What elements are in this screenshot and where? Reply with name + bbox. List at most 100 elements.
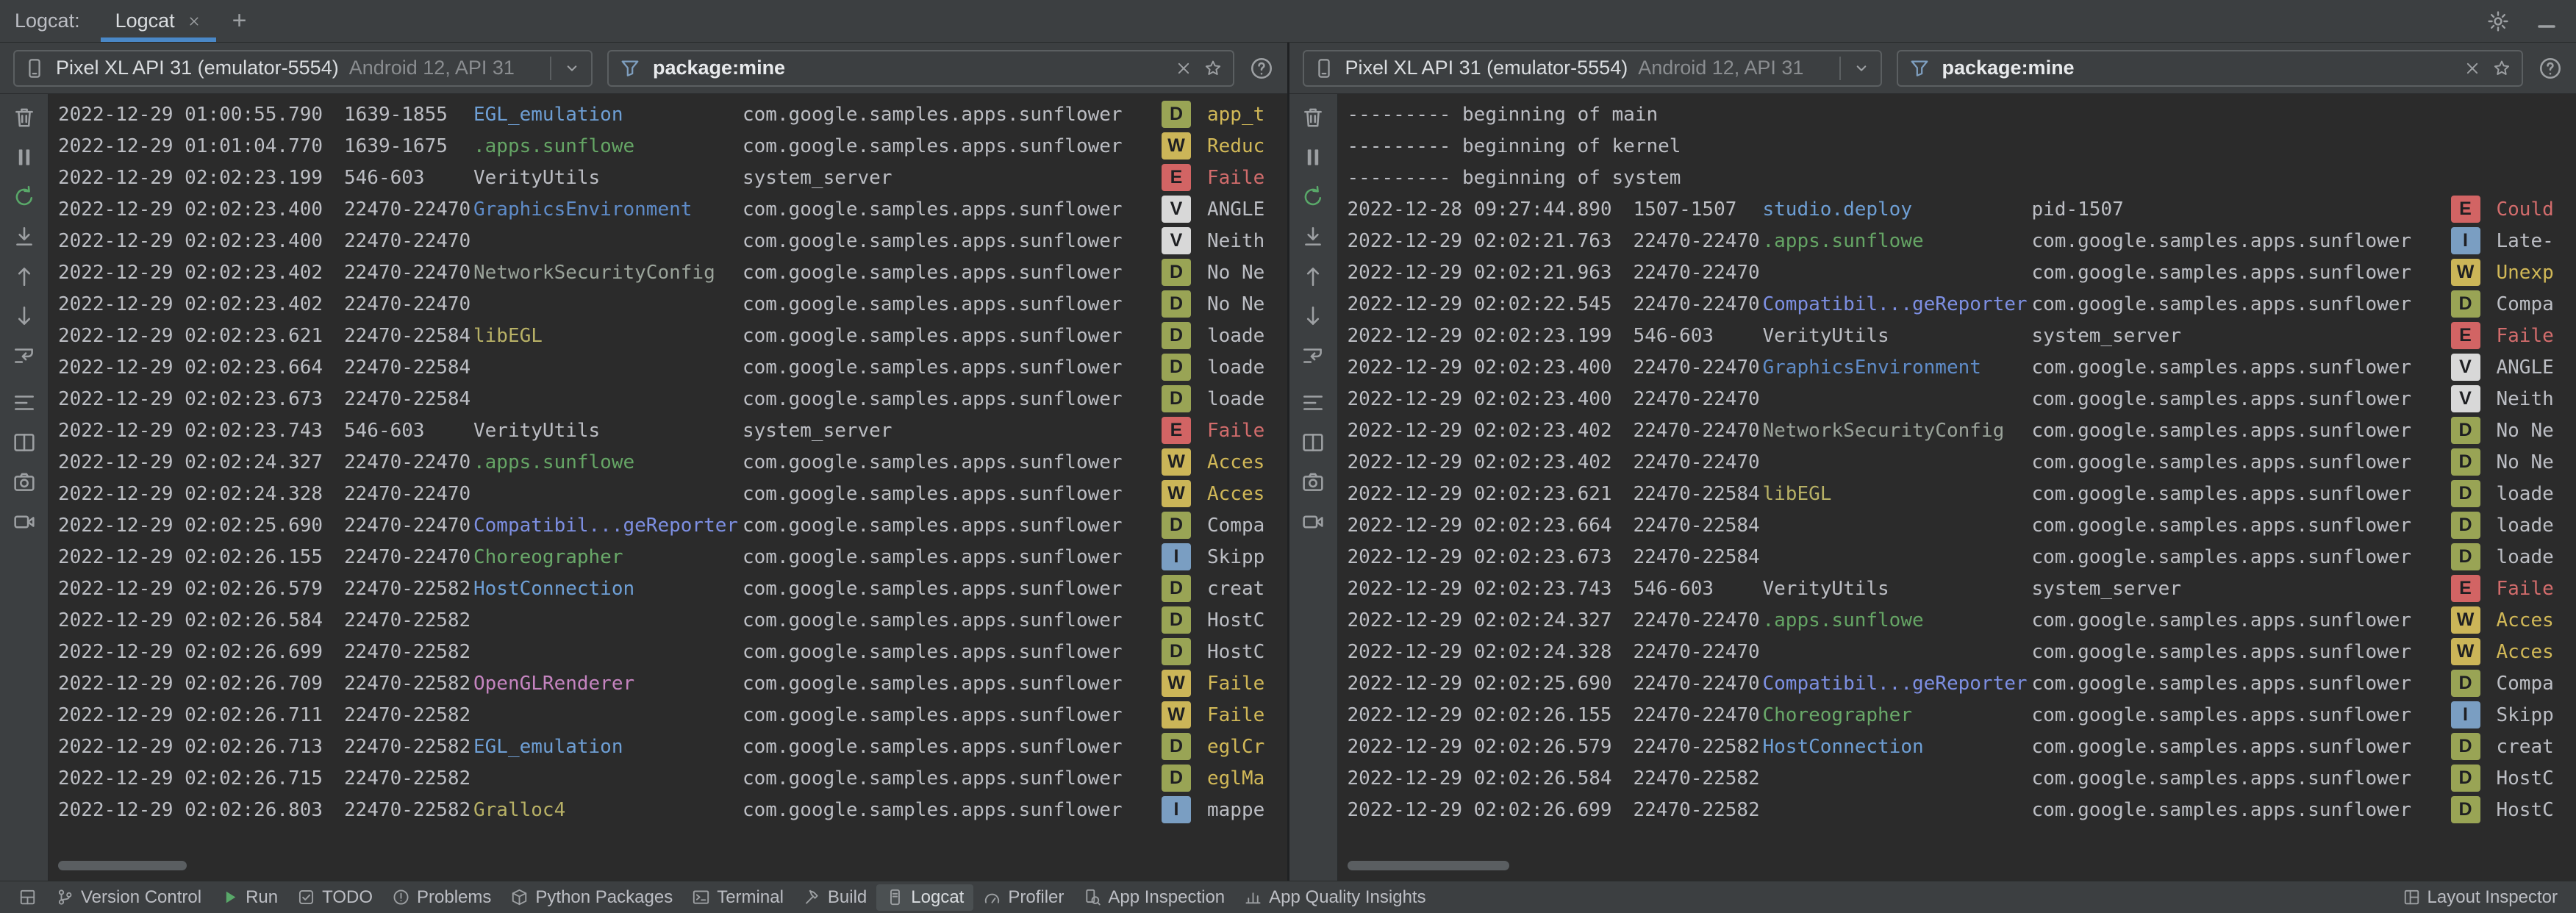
log-row[interactable]: 2022-12-29 02:02:24.328 22470-22470 com.go… bbox=[1338, 636, 2576, 667]
take-screenshot-button[interactable] bbox=[1295, 465, 1331, 500]
log-row[interactable]: 2022-12-29 02:02:26.715 22470-22582 com.go… bbox=[49, 762, 1287, 794]
statusbar-item-logcat[interactable]: Logcat bbox=[876, 884, 974, 911]
configure-logcat-formatting-button[interactable] bbox=[7, 385, 42, 420]
log-row[interactable]: 2022-12-29 02:02:26.155 22470-22470 Choreo… bbox=[49, 541, 1287, 573]
log-row[interactable]: 2022-12-29 01:00:55.790 1639-1855 EGL_emul… bbox=[49, 99, 1287, 130]
statusbar-item-python-packages[interactable]: Python Packages bbox=[501, 884, 682, 911]
statusbar-item-problems[interactable]: Problems bbox=[382, 884, 501, 911]
clear-filter-icon[interactable] bbox=[1174, 59, 1193, 78]
log-row[interactable]: 2022-12-29 02:02:23.621 22470-22584 libEGL… bbox=[1338, 478, 2576, 509]
previous-occurrence-button[interactable] bbox=[7, 259, 42, 294]
tab-logcat[interactable]: Logcat bbox=[100, 0, 216, 42]
filter-input[interactable] bbox=[651, 56, 1164, 80]
log-row[interactable]: 2022-12-29 02:02:23.664 22470-22584 com.go… bbox=[1338, 509, 2576, 541]
statusbar-item-profiler[interactable]: Profiler bbox=[973, 884, 1073, 911]
log-row[interactable]: 2022-12-29 02:02:21.963 22470-22470 com.go… bbox=[1338, 257, 2576, 288]
log-row[interactable]: 2022-12-29 02:02:24.327 22470-22470 .apps.… bbox=[1338, 604, 2576, 636]
favorite-filter-icon[interactable] bbox=[2492, 59, 2511, 78]
statusbar-item-tool-window-switcher[interactable] bbox=[9, 884, 46, 911]
statusbar-item-todo[interactable]: TODO bbox=[287, 884, 382, 911]
log-row[interactable]: 2022-12-29 02:02:23.400 22470-22470 Graphi… bbox=[49, 193, 1287, 225]
scroll-to-end-button[interactable] bbox=[1295, 219, 1331, 254]
log-row[interactable]: 2022-12-29 02:02:23.664 22470-22584 com.go… bbox=[49, 351, 1287, 383]
log-row[interactable]: 2022-12-29 02:02:23.743 546-603 VerityUtil… bbox=[49, 415, 1287, 446]
log-row[interactable]: 2022-12-29 02:02:23.402 22470-22470 Networ… bbox=[49, 257, 1287, 288]
log-row[interactable]: --------- beginning of main bbox=[1338, 99, 2576, 130]
new-tab-button[interactable]: + bbox=[216, 7, 263, 35]
split-panels-button[interactable] bbox=[1295, 425, 1331, 460]
log-row[interactable]: 2022-12-29 02:02:26.579 22470-22582 HostCo… bbox=[49, 573, 1287, 604]
log-row[interactable]: 2022-12-29 02:02:23.400 22470-22470 com.go… bbox=[1338, 383, 2576, 415]
horizontal-scrollbar[interactable] bbox=[58, 861, 187, 870]
log-row[interactable]: 2022-12-29 02:02:23.402 22470-22470 com.go… bbox=[49, 288, 1287, 320]
log-row[interactable]: 2022-12-29 02:02:26.713 22470-22582 EGL_em… bbox=[49, 731, 1287, 762]
log-row[interactable]: 2022-12-29 02:02:25.690 22470-22470 Compat… bbox=[49, 509, 1287, 541]
log-row[interactable]: 2022-12-29 02:02:26.709 22470-22582 OpenGL… bbox=[49, 667, 1287, 699]
log-row[interactable]: 2022-12-29 01:01:04.770 1639-1675 .apps.su… bbox=[49, 130, 1287, 162]
log-row[interactable]: 2022-12-29 02:02:23.621 22470-22584 libEGL… bbox=[49, 320, 1287, 351]
log-row[interactable]: 2022-12-29 02:02:23.743 546-603 VerityUtil… bbox=[1338, 573, 2576, 604]
horizontal-scrollbar[interactable] bbox=[1347, 861, 1509, 870]
log-row[interactable]: 2022-12-29 02:02:23.402 22470-22470 com.go… bbox=[1338, 446, 2576, 478]
log-row[interactable]: 2022-12-29 02:02:23.400 22470-22470 com.go… bbox=[49, 225, 1287, 257]
take-screenshot-button[interactable] bbox=[7, 465, 42, 500]
statusbar-item-app-inspection[interactable]: App Inspection bbox=[1073, 884, 1234, 911]
statusbar-item-build[interactable]: Build bbox=[793, 884, 876, 911]
log-row[interactable]: 2022-12-29 02:02:26.711 22470-22582 com.go… bbox=[49, 699, 1287, 731]
clear-filter-icon[interactable] bbox=[2463, 59, 2482, 78]
log-row[interactable]: 2022-12-28 09:27:44.890 1507-1507 studio.d… bbox=[1338, 193, 2576, 225]
help-icon[interactable] bbox=[1249, 56, 1274, 81]
device-selector[interactable]: Pixel XL API 31 (emulator-5554) Android 1… bbox=[13, 49, 593, 87]
next-occurrence-button[interactable] bbox=[1295, 298, 1331, 334]
favorite-filter-icon[interactable] bbox=[1203, 59, 1223, 78]
log-list[interactable]: 2022-12-29 01:00:55.790 1639-1855 EGL_emul… bbox=[49, 94, 1287, 881]
filter-icon[interactable] bbox=[1908, 57, 1931, 79]
clear-logcat-button[interactable] bbox=[7, 100, 42, 135]
restart-logcat-button[interactable] bbox=[7, 179, 42, 215]
help-icon[interactable] bbox=[2538, 56, 2563, 81]
record-screen-button[interactable] bbox=[1295, 504, 1331, 540]
log-row[interactable]: 2022-12-29 02:02:26.803 22470-22582 Grallo… bbox=[49, 794, 1287, 826]
statusbar-item-run[interactable]: Run bbox=[211, 884, 287, 911]
log-row[interactable]: 2022-12-29 02:02:23.673 22470-22584 com.go… bbox=[49, 383, 1287, 415]
pause-logcat-button[interactable] bbox=[7, 140, 42, 175]
close-tab-icon[interactable] bbox=[187, 14, 201, 29]
next-occurrence-button[interactable] bbox=[7, 298, 42, 334]
configure-logcat-formatting-button[interactable] bbox=[1295, 385, 1331, 420]
log-row[interactable]: --------- beginning of kernel bbox=[1338, 130, 2576, 162]
log-row[interactable]: 2022-12-29 02:02:23.199 546-603 VerityUtil… bbox=[49, 162, 1287, 193]
log-list[interactable]: --------- beginning of main --------- beg… bbox=[1338, 94, 2576, 881]
log-row[interactable]: 2022-12-29 02:02:23.199 546-603 VerityUtil… bbox=[1338, 320, 2576, 351]
scroll-to-end-button[interactable] bbox=[7, 219, 42, 254]
log-row[interactable]: 2022-12-29 02:02:26.579 22470-22582 HostCo… bbox=[1338, 731, 2576, 762]
log-row[interactable]: --------- beginning of system bbox=[1338, 162, 2576, 193]
log-row[interactable]: 2022-12-29 02:02:22.545 22470-22470 Compat… bbox=[1338, 288, 2576, 320]
log-row[interactable]: 2022-12-29 02:02:23.673 22470-22584 com.go… bbox=[1338, 541, 2576, 573]
statusbar-item-version-control[interactable]: Version Control bbox=[46, 884, 211, 911]
clear-logcat-button[interactable] bbox=[1295, 100, 1331, 135]
filter-icon[interactable] bbox=[619, 57, 641, 79]
split-panels-button[interactable] bbox=[7, 425, 42, 460]
log-row[interactable]: 2022-12-29 02:02:24.328 22470-22470 com.go… bbox=[49, 478, 1287, 509]
log-row[interactable]: 2022-12-29 02:02:26.699 22470-22582 com.go… bbox=[49, 636, 1287, 667]
log-row[interactable]: 2022-12-29 02:02:23.400 22470-22470 Graphi… bbox=[1338, 351, 2576, 383]
log-row[interactable]: 2022-12-29 02:02:23.402 22470-22470 Networ… bbox=[1338, 415, 2576, 446]
log-row[interactable]: 2022-12-29 02:02:26.584 22470-22582 com.go… bbox=[1338, 762, 2576, 794]
log-row[interactable]: 2022-12-29 02:02:26.584 22470-22582 com.go… bbox=[49, 604, 1287, 636]
hide-toolwindow-icon[interactable] bbox=[2535, 10, 2558, 33]
restart-logcat-button[interactable] bbox=[1295, 179, 1331, 215]
record-screen-button[interactable] bbox=[7, 504, 42, 540]
soft-wrap-button[interactable] bbox=[7, 338, 42, 373]
settings-icon[interactable] bbox=[2486, 10, 2510, 33]
log-row[interactable]: 2022-12-29 02:02:21.763 22470-22470 .apps.… bbox=[1338, 225, 2576, 257]
filter-input[interactable] bbox=[1940, 56, 2452, 80]
statusbar-item-terminal[interactable]: Terminal bbox=[682, 884, 793, 911]
device-selector[interactable]: Pixel XL API 31 (emulator-5554) Android 1… bbox=[1302, 49, 1882, 87]
pause-logcat-button[interactable] bbox=[1295, 140, 1331, 175]
log-row[interactable]: 2022-12-29 02:02:26.699 22470-22582 com.go… bbox=[1338, 794, 2576, 826]
statusbar-item-layout-inspector[interactable]: Layout Inspector bbox=[2393, 884, 2567, 911]
soft-wrap-button[interactable] bbox=[1295, 338, 1331, 373]
log-row[interactable]: 2022-12-29 02:02:25.690 22470-22470 Compat… bbox=[1338, 667, 2576, 699]
statusbar-item-app-quality-insights[interactable]: App Quality Insights bbox=[1234, 884, 1435, 911]
log-row[interactable]: 2022-12-29 02:02:26.155 22470-22470 Choreo… bbox=[1338, 699, 2576, 731]
